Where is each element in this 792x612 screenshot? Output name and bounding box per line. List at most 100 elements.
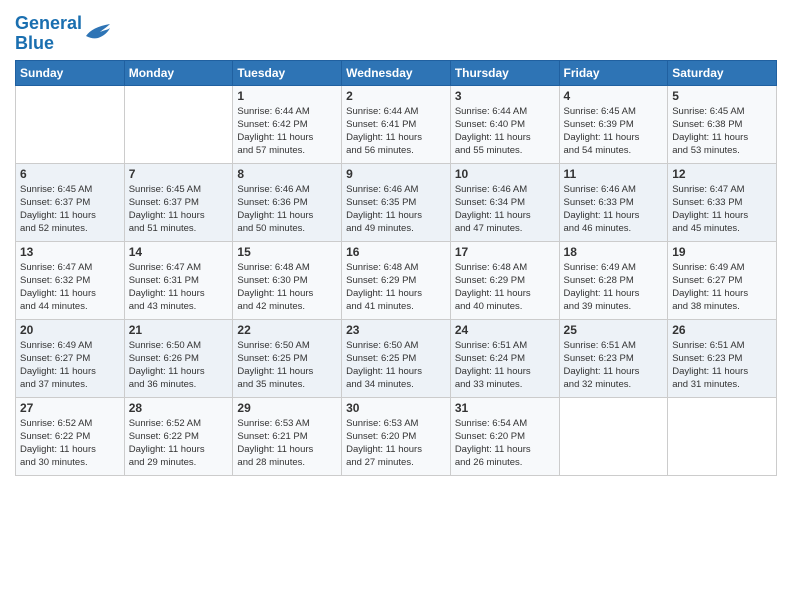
day-number: 5: [672, 89, 772, 103]
logo: General Blue: [15, 14, 112, 54]
day-number: 28: [129, 401, 229, 415]
weekday-header-wednesday: Wednesday: [342, 60, 451, 85]
day-number: 16: [346, 245, 446, 259]
week-row-1: 1 Sunrise: 6:44 AM Sunset: 6:42 PM Daylig…: [16, 85, 777, 163]
day-info: Sunrise: 6:47 AM Sunset: 6:31 PM Dayligh…: [129, 261, 229, 314]
calendar-cell: 24 Sunrise: 6:51 AM Sunset: 6:24 PM Dayli…: [450, 319, 559, 397]
day-info: Sunrise: 6:49 AM Sunset: 6:27 PM Dayligh…: [20, 339, 120, 392]
day-number: 30: [346, 401, 446, 415]
day-info: Sunrise: 6:51 AM Sunset: 6:23 PM Dayligh…: [672, 339, 772, 392]
day-number: 20: [20, 323, 120, 337]
day-info: Sunrise: 6:49 AM Sunset: 6:27 PM Dayligh…: [672, 261, 772, 314]
day-info: Sunrise: 6:46 AM Sunset: 6:35 PM Dayligh…: [346, 183, 446, 236]
day-number: 9: [346, 167, 446, 181]
calendar-cell: 21 Sunrise: 6:50 AM Sunset: 6:26 PM Dayli…: [124, 319, 233, 397]
day-number: 10: [455, 167, 555, 181]
day-number: 13: [20, 245, 120, 259]
calendar-table: SundayMondayTuesdayWednesdayThursdayFrid…: [15, 60, 777, 476]
logo-text: General Blue: [15, 14, 82, 54]
calendar-cell: 10 Sunrise: 6:46 AM Sunset: 6:34 PM Dayli…: [450, 163, 559, 241]
weekday-header-tuesday: Tuesday: [233, 60, 342, 85]
day-number: 8: [237, 167, 337, 181]
day-info: Sunrise: 6:51 AM Sunset: 6:24 PM Dayligh…: [455, 339, 555, 392]
calendar-cell: 28 Sunrise: 6:52 AM Sunset: 6:22 PM Dayli…: [124, 397, 233, 475]
day-info: Sunrise: 6:53 AM Sunset: 6:21 PM Dayligh…: [237, 417, 337, 470]
calendar-cell: [559, 397, 668, 475]
calendar-cell: 29 Sunrise: 6:53 AM Sunset: 6:21 PM Dayli…: [233, 397, 342, 475]
day-info: Sunrise: 6:44 AM Sunset: 6:40 PM Dayligh…: [455, 105, 555, 158]
calendar-container: General Blue SundayMondayTuesdayWednesda…: [0, 0, 792, 491]
day-number: 3: [455, 89, 555, 103]
day-info: Sunrise: 6:50 AM Sunset: 6:25 PM Dayligh…: [346, 339, 446, 392]
day-info: Sunrise: 6:46 AM Sunset: 6:36 PM Dayligh…: [237, 183, 337, 236]
calendar-cell: 9 Sunrise: 6:46 AM Sunset: 6:35 PM Daylig…: [342, 163, 451, 241]
day-number: 29: [237, 401, 337, 415]
day-info: Sunrise: 6:49 AM Sunset: 6:28 PM Dayligh…: [564, 261, 664, 314]
calendar-cell: 30Sunrise: 6:53 AM Sunset: 6:20 PM Dayli…: [342, 397, 451, 475]
calendar-cell: 25 Sunrise: 6:51 AM Sunset: 6:23 PM Dayli…: [559, 319, 668, 397]
day-info: Sunrise: 6:52 AM Sunset: 6:22 PM Dayligh…: [20, 417, 120, 470]
day-number: 19: [672, 245, 772, 259]
calendar-cell: 14Sunrise: 6:47 AM Sunset: 6:31 PM Dayli…: [124, 241, 233, 319]
day-number: 18: [564, 245, 664, 259]
calendar-cell: 8 Sunrise: 6:46 AM Sunset: 6:36 PM Daylig…: [233, 163, 342, 241]
day-number: 21: [129, 323, 229, 337]
day-number: 22: [237, 323, 337, 337]
calendar-cell: 4Sunrise: 6:45 AM Sunset: 6:39 PM Daylig…: [559, 85, 668, 163]
day-info: Sunrise: 6:50 AM Sunset: 6:25 PM Dayligh…: [237, 339, 337, 392]
calendar-cell: 3 Sunrise: 6:44 AM Sunset: 6:40 PM Daylig…: [450, 85, 559, 163]
day-info: Sunrise: 6:44 AM Sunset: 6:42 PM Dayligh…: [237, 105, 337, 158]
day-info: Sunrise: 6:47 AM Sunset: 6:32 PM Dayligh…: [20, 261, 120, 314]
day-info: Sunrise: 6:44 AM Sunset: 6:41 PM Dayligh…: [346, 105, 446, 158]
day-number: 11: [564, 167, 664, 181]
calendar-cell: 31Sunrise: 6:54 AM Sunset: 6:20 PM Dayli…: [450, 397, 559, 475]
day-number: 6: [20, 167, 120, 181]
calendar-cell: 19 Sunrise: 6:49 AM Sunset: 6:27 PM Dayli…: [668, 241, 777, 319]
day-info: Sunrise: 6:52 AM Sunset: 6:22 PM Dayligh…: [129, 417, 229, 470]
day-info: Sunrise: 6:48 AM Sunset: 6:29 PM Dayligh…: [455, 261, 555, 314]
day-number: 25: [564, 323, 664, 337]
logo-bird-icon: [84, 22, 112, 42]
calendar-cell: [668, 397, 777, 475]
day-info: Sunrise: 6:46 AM Sunset: 6:34 PM Dayligh…: [455, 183, 555, 236]
calendar-cell: 16 Sunrise: 6:48 AM Sunset: 6:29 PM Dayli…: [342, 241, 451, 319]
calendar-cell: 20 Sunrise: 6:49 AM Sunset: 6:27 PM Dayli…: [16, 319, 125, 397]
day-number: 12: [672, 167, 772, 181]
day-number: 23: [346, 323, 446, 337]
day-info: Sunrise: 6:51 AM Sunset: 6:23 PM Dayligh…: [564, 339, 664, 392]
calendar-cell: 17Sunrise: 6:48 AM Sunset: 6:29 PM Dayli…: [450, 241, 559, 319]
calendar-cell: [124, 85, 233, 163]
logo-general: General: [15, 13, 82, 33]
day-info: Sunrise: 6:45 AM Sunset: 6:39 PM Dayligh…: [564, 105, 664, 158]
day-info: Sunrise: 6:46 AM Sunset: 6:33 PM Dayligh…: [564, 183, 664, 236]
day-number: 1: [237, 89, 337, 103]
day-info: Sunrise: 6:54 AM Sunset: 6:20 PM Dayligh…: [455, 417, 555, 470]
week-row-5: 27Sunrise: 6:52 AM Sunset: 6:22 PM Dayli…: [16, 397, 777, 475]
weekday-header-thursday: Thursday: [450, 60, 559, 85]
week-row-3: 13 Sunrise: 6:47 AM Sunset: 6:32 PM Dayli…: [16, 241, 777, 319]
calendar-cell: 22 Sunrise: 6:50 AM Sunset: 6:25 PM Dayli…: [233, 319, 342, 397]
day-number: 2: [346, 89, 446, 103]
calendar-cell: 5 Sunrise: 6:45 AM Sunset: 6:38 PM Daylig…: [668, 85, 777, 163]
calendar-cell: 1 Sunrise: 6:44 AM Sunset: 6:42 PM Daylig…: [233, 85, 342, 163]
weekday-header-friday: Friday: [559, 60, 668, 85]
calendar-cell: 2 Sunrise: 6:44 AM Sunset: 6:41 PM Daylig…: [342, 85, 451, 163]
calendar-cell: 26 Sunrise: 6:51 AM Sunset: 6:23 PM Dayli…: [668, 319, 777, 397]
week-row-2: 6Sunrise: 6:45 AM Sunset: 6:37 PM Daylig…: [16, 163, 777, 241]
calendar-cell: 11 Sunrise: 6:46 AM Sunset: 6:33 PM Dayli…: [559, 163, 668, 241]
logo-blue: Blue: [15, 33, 54, 53]
day-info: Sunrise: 6:48 AM Sunset: 6:29 PM Dayligh…: [346, 261, 446, 314]
calendar-cell: 27Sunrise: 6:52 AM Sunset: 6:22 PM Dayli…: [16, 397, 125, 475]
calendar-cell: 12Sunrise: 6:47 AM Sunset: 6:33 PM Dayli…: [668, 163, 777, 241]
weekday-header-row: SundayMondayTuesdayWednesdayThursdayFrid…: [16, 60, 777, 85]
calendar-cell: [16, 85, 125, 163]
day-number: 7: [129, 167, 229, 181]
day-number: 24: [455, 323, 555, 337]
day-number: 26: [672, 323, 772, 337]
header-row: General Blue: [15, 10, 777, 54]
day-info: Sunrise: 6:48 AM Sunset: 6:30 PM Dayligh…: [237, 261, 337, 314]
weekday-header-sunday: Sunday: [16, 60, 125, 85]
day-info: Sunrise: 6:45 AM Sunset: 6:38 PM Dayligh…: [672, 105, 772, 158]
day-info: Sunrise: 6:50 AM Sunset: 6:26 PM Dayligh…: [129, 339, 229, 392]
calendar-cell: 18 Sunrise: 6:49 AM Sunset: 6:28 PM Dayli…: [559, 241, 668, 319]
